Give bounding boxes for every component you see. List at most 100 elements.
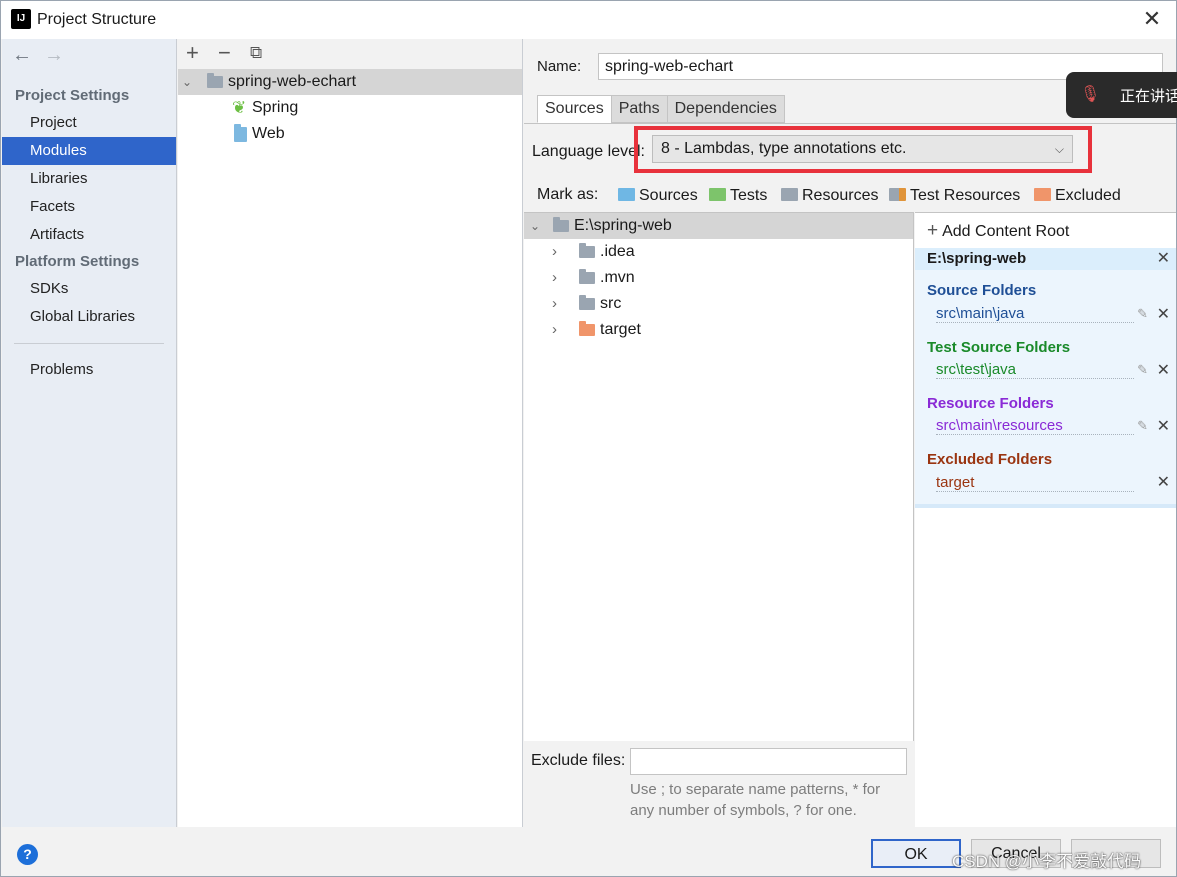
- help-icon[interactable]: ?: [17, 844, 38, 865]
- intellij-logo-icon: IJ: [9, 7, 33, 31]
- nav-history: ← →: [2, 39, 176, 75]
- tab-divider: [524, 123, 1176, 124]
- add-content-root-button[interactable]: + Add Content Root: [927, 220, 1069, 242]
- nav-item-global-libraries[interactable]: Global Libraries: [2, 303, 176, 331]
- title-bar: IJ Project Structure ✕: [1, 1, 1176, 39]
- facet-label: Web: [252, 125, 285, 142]
- nav-item-sdks[interactable]: SDKs: [2, 275, 176, 303]
- source-folder-path: src\main\java: [936, 305, 1134, 323]
- exclude-files-input[interactable]: [630, 748, 907, 775]
- module-root-label: spring-web-echart: [228, 73, 357, 90]
- ok-button[interactable]: OK: [871, 839, 961, 868]
- mark-sources-button[interactable]: Sources: [618, 187, 698, 205]
- folder-icon: [579, 269, 595, 284]
- module-folder-icon: [207, 73, 223, 88]
- content-roots-panel: + Add Content Root E:\spring-web ✕ Source…: [915, 212, 1176, 827]
- excluded-folders-title: Excluded Folders: [927, 451, 1053, 468]
- folder-label: src: [600, 295, 622, 312]
- test-source-folder-path: src\test\java: [936, 361, 1134, 379]
- mark-tests-button[interactable]: Tests: [709, 187, 767, 205]
- excluded-folder-path: target: [936, 474, 1134, 492]
- edit-pencil-icon[interactable]: ✎: [1137, 418, 1148, 434]
- window-title: Project Structure: [37, 11, 157, 28]
- chevron-down-icon[interactable]: ⌄: [530, 213, 540, 239]
- exclude-files-hint: Use ; to separate name patterns, * for a…: [630, 781, 881, 819]
- remove-folder-icon[interactable]: ✕: [1157, 304, 1170, 324]
- folder-row-src[interactable]: › src: [524, 291, 913, 317]
- tests-folder-icon: [709, 188, 726, 201]
- module-facet-spring[interactable]: ❦ Spring: [178, 95, 522, 121]
- forward-arrow-icon[interactable]: →: [44, 44, 64, 67]
- excluded-folder-icon: [1034, 188, 1051, 201]
- toast-text: 正在讲话: [1120, 88, 1177, 105]
- remove-folder-icon[interactable]: ✕: [1157, 472, 1170, 492]
- sources-folder-icon: [618, 188, 635, 201]
- test-source-folders-title: Test Source Folders: [927, 339, 1071, 356]
- module-editor: Name: spring-web-echart Sources Paths De…: [524, 39, 1176, 827]
- exclude-files-label: Exclude files:: [531, 752, 626, 769]
- folder-icon: [579, 243, 595, 258]
- copy-module-icon[interactable]: ⧉: [250, 42, 262, 64]
- nav-section-platform-settings: Platform Settings: [15, 253, 140, 270]
- settings-nav: ← → Project Settings Project Modules Lib…: [2, 39, 177, 827]
- chevron-right-icon[interactable]: ›: [552, 239, 557, 265]
- content-root-row[interactable]: ⌄ E:\spring-web: [524, 213, 913, 239]
- remove-module-icon[interactable]: −: [218, 42, 231, 64]
- folder-row-idea[interactable]: › .idea: [524, 239, 913, 265]
- resources-folder-icon: [781, 188, 798, 201]
- name-label: Name:: [537, 58, 582, 75]
- mark-excluded-button[interactable]: Excluded: [1034, 187, 1121, 205]
- project-structure-window: IJ Project Structure ✕ ← → Project Setti…: [0, 0, 1177, 877]
- folder-label: .idea: [600, 243, 635, 260]
- speaking-toast: 🎙 正在讲话: [1066, 72, 1177, 118]
- web-facet-icon: [234, 124, 247, 142]
- chevron-right-icon[interactable]: ›: [552, 265, 557, 291]
- module-tabs: Sources Paths Dependencies: [537, 95, 785, 123]
- folder-row-mvn[interactable]: › .mvn: [524, 265, 913, 291]
- nav-item-project[interactable]: Project: [2, 109, 176, 137]
- highlight-annotation: [634, 126, 1092, 173]
- mark-resources-button[interactable]: Resources: [781, 187, 878, 205]
- folder-row-target[interactable]: › target: [524, 317, 913, 343]
- nav-item-modules[interactable]: Modules: [2, 137, 176, 165]
- close-icon[interactable]: ✕: [1140, 7, 1164, 31]
- nav-item-problems[interactable]: Problems: [2, 356, 176, 384]
- content-root-tree: ⌄ E:\spring-web › .idea › .mvn › src › t…: [524, 212, 914, 741]
- nav-section-project-settings: Project Settings: [15, 87, 130, 104]
- watermark: CSDN @小李不爱敲代码: [952, 852, 1142, 871]
- plus-icon: +: [927, 220, 939, 241]
- edit-pencil-icon[interactable]: ✎: [1137, 306, 1148, 322]
- mark-as-label: Mark as:: [537, 186, 599, 203]
- edit-pencil-icon[interactable]: ✎: [1137, 362, 1148, 378]
- chevron-down-icon[interactable]: ⌄: [182, 69, 192, 95]
- nav-item-artifacts[interactable]: Artifacts: [2, 221, 176, 249]
- language-level-label: Language level:: [532, 143, 645, 160]
- module-tree-root[interactable]: ⌄ spring-web-echart: [178, 69, 522, 95]
- spring-leaf-icon: ❦: [232, 98, 247, 117]
- remove-root-icon[interactable]: ✕: [1157, 248, 1170, 270]
- mark-test-resources-button[interactable]: Test Resources: [889, 187, 1020, 205]
- resource-folder-path: src\main\resources: [936, 417, 1134, 435]
- nav-item-libraries[interactable]: Libraries: [2, 165, 176, 193]
- remove-folder-icon[interactable]: ✕: [1157, 360, 1170, 380]
- tab-sources[interactable]: Sources: [537, 95, 612, 123]
- add-module-icon[interactable]: +: [186, 42, 199, 64]
- module-toolbar: + − ⧉: [178, 39, 522, 69]
- module-facet-web[interactable]: Web: [178, 121, 522, 147]
- tab-dependencies[interactable]: Dependencies: [666, 95, 785, 123]
- tab-paths[interactable]: Paths: [610, 95, 668, 123]
- content-root-header: E:\spring-web ✕: [915, 248, 1176, 270]
- remove-folder-icon[interactable]: ✕: [1157, 416, 1170, 436]
- folder-icon: [579, 295, 595, 310]
- facet-label: Spring: [252, 99, 299, 116]
- nav-item-facets[interactable]: Facets: [2, 193, 176, 221]
- excluded-folder-icon: [579, 321, 595, 336]
- content-root-folders: Source Folders src\main\java ✎ ✕ Test So…: [915, 270, 1176, 508]
- muted-mic-icon[interactable]: 🎙: [1080, 84, 1100, 106]
- folder-icon: [553, 217, 569, 232]
- nav-divider: [14, 343, 164, 344]
- back-arrow-icon[interactable]: ←: [12, 44, 32, 67]
- chevron-right-icon[interactable]: ›: [552, 291, 557, 317]
- chevron-right-icon[interactable]: ›: [552, 317, 557, 343]
- folder-label: target: [600, 321, 641, 338]
